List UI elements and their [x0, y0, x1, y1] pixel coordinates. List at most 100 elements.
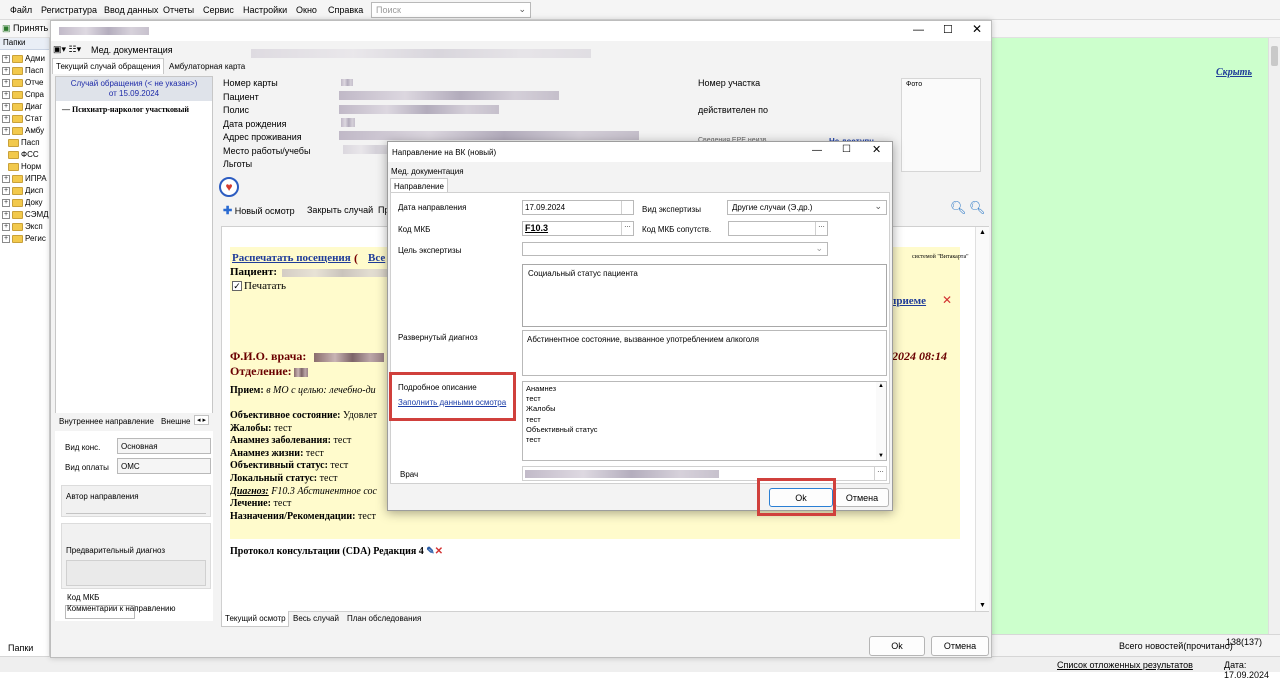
expand-icon[interactable]: +: [2, 174, 10, 183]
expand-icon[interactable]: +: [2, 210, 10, 219]
menu-window[interactable]: Окно: [296, 5, 317, 15]
case-line1: Случай обращения (< не указан>): [70, 79, 198, 88]
new-exam-button[interactable]: ✚ Новый осмотр: [223, 204, 295, 217]
prelim-field[interactable]: [66, 560, 206, 586]
folder-item[interactable]: + Стат: [0, 114, 49, 126]
tab-current-exam[interactable]: Текущий осмотр: [221, 611, 289, 627]
dialog-toolbar-label[interactable]: Мед. документация: [391, 167, 464, 176]
folder-item[interactable]: + Диаг: [0, 102, 49, 114]
expand-icon[interactable]: +: [2, 234, 10, 243]
folder-item[interactable]: + Адми: [0, 54, 49, 66]
expert-select[interactable]: Другие случаи (Э.др.) ⌄: [727, 200, 887, 215]
mkb-lookup-icon[interactable]: …: [621, 222, 633, 235]
minimize-icon[interactable]: —: [913, 24, 924, 36]
author-field[interactable]: [66, 508, 206, 514]
expand-icon[interactable]: +: [2, 90, 10, 99]
tab-whole-case[interactable]: Весь случай: [293, 614, 339, 623]
hide-link[interactable]: Скрыть: [1216, 67, 1252, 78]
search-input[interactable]: Поиск ⌄: [371, 2, 531, 18]
main-cancel-button[interactable]: Отмена: [931, 636, 989, 656]
expand-icon[interactable]: +: [2, 66, 10, 75]
zoom-out-icon[interactable]: 🔍︎: [969, 200, 986, 216]
expand-icon[interactable]: +: [2, 186, 10, 195]
folder-item[interactable]: Норм: [0, 162, 49, 174]
news-scrollbar[interactable]: [1268, 38, 1280, 634]
protocol-line[interactable]: Протокол консультации (CDA) Редакция 4 ✎…: [230, 546, 443, 557]
accept-button[interactable]: ▣ Принять: [2, 23, 48, 34]
side-link[interactable]: приеме: [890, 295, 926, 307]
expand-icon[interactable]: +: [2, 126, 10, 135]
doc-scrollbar[interactable]: ▲ ▼: [975, 227, 989, 611]
menu-registry[interactable]: Регистратура: [41, 5, 97, 15]
expand-icon[interactable]: +: [2, 54, 10, 63]
folder-item[interactable]: + Дисп: [0, 186, 49, 198]
social-textarea[interactable]: Социальный статус пациента: [522, 264, 887, 327]
scroll-thumb[interactable]: [1271, 46, 1278, 66]
zoom-in-icon[interactable]: 🔍︎: [950, 200, 967, 216]
print-visits-link[interactable]: Распечатать посещения: [232, 252, 351, 264]
dialog-maximize-icon[interactable]: ☐: [842, 144, 851, 155]
folder-item[interactable]: Пасп: [0, 138, 49, 150]
expand-icon[interactable]: +: [2, 198, 10, 207]
folder-item[interactable]: + Амбу: [0, 126, 49, 138]
dialog-tab-direction[interactable]: Направление: [390, 178, 448, 193]
case-header[interactable]: Случай обращения (< не указан>) от 15.09…: [56, 77, 212, 101]
deferred-results-link[interactable]: Список отложенных результатов: [1057, 660, 1193, 670]
menu-reports[interactable]: Отчеты: [163, 5, 194, 15]
doctor-lookup-icon[interactable]: …: [874, 467, 886, 480]
menu-settings[interactable]: Настройки: [243, 5, 287, 15]
expand-icon[interactable]: +: [2, 222, 10, 231]
kind-field[interactable]: Основная: [117, 438, 211, 454]
menu-help[interactable]: Справка: [328, 5, 363, 15]
dialog-cancel-button[interactable]: Отмена: [835, 488, 889, 507]
main-ok-button[interactable]: Ok: [869, 636, 925, 656]
tab-current-case[interactable]: Текущий случай обращения: [52, 58, 164, 74]
delete-icon[interactable]: ✕: [942, 293, 952, 307]
folder-item[interactable]: + Регис: [0, 234, 49, 246]
tab-internal-direction[interactable]: Внутреннее направление: [59, 417, 154, 426]
dialog-close-icon[interactable]: ✕: [872, 143, 881, 156]
close-icon[interactable]: ✕: [972, 22, 982, 36]
folder-item[interactable]: + Отче: [0, 78, 49, 90]
detail-scrollbar[interactable]: ▲ ▼: [876, 382, 886, 460]
maximize-icon[interactable]: ☐: [943, 23, 953, 36]
lungs-icon[interactable]: ♥: [219, 177, 239, 197]
expand-icon[interactable]: +: [2, 102, 10, 111]
expand-icon[interactable]: +: [2, 78, 10, 87]
edit-icon[interactable]: ✎: [426, 546, 434, 557]
close-case-button[interactable]: Закрыть случай: [307, 205, 373, 215]
mkb2-lookup-icon[interactable]: …: [815, 222, 827, 235]
all-link[interactable]: Все: [368, 252, 385, 264]
folder-item[interactable]: + Спра: [0, 90, 49, 102]
folder-item[interactable]: + Доку: [0, 198, 49, 210]
tab-scroll-arrows[interactable]: ◂ ▸: [194, 415, 209, 425]
folder-item[interactable]: + Эксп: [0, 222, 49, 234]
case-doctor[interactable]: — Психиатр-нарколог участковый: [56, 101, 212, 114]
diag-textarea[interactable]: Абстинентное состояние, вызванное употре…: [522, 330, 887, 376]
folders-bottom-tab[interactable]: Папки: [8, 643, 33, 653]
menu-file[interactable]: Файл: [10, 5, 32, 15]
tab-external-direction[interactable]: Внешне: [161, 417, 191, 426]
menu-service[interactable]: Сервис: [203, 5, 234, 15]
print-checkbox[interactable]: ✓: [232, 281, 242, 291]
mkb2-input[interactable]: …: [728, 221, 828, 236]
folder-item[interactable]: + Пасп: [0, 66, 49, 78]
folder-icon: [8, 150, 19, 159]
detail-textarea[interactable]: Анамнез тест Жалобы тест Объективный статус т…: [522, 381, 887, 461]
pay-field[interactable]: ОМС: [117, 458, 211, 474]
doc-toolbar-icons[interactable]: ▣▾ ☷▾: [53, 44, 81, 55]
med-doc-label[interactable]: Мед. документация: [91, 45, 173, 55]
delete-protocol-icon[interactable]: ✕: [435, 546, 443, 557]
folder-item[interactable]: + ИПРА: [0, 174, 49, 186]
folder-item[interactable]: ФСС: [0, 150, 49, 162]
expand-icon[interactable]: +: [2, 114, 10, 123]
goal-select[interactable]: ⌄: [522, 242, 828, 256]
calendar-icon[interactable]: [621, 201, 633, 214]
folder-item[interactable]: + СЭМД: [0, 210, 49, 222]
tab-ambulatory-card[interactable]: Амбулаторная карта: [169, 62, 245, 71]
date-input[interactable]: 17.09.2024: [522, 200, 634, 215]
tab-exam-plan[interactable]: План обследования: [347, 614, 421, 623]
dialog-minimize-icon[interactable]: —: [812, 145, 822, 156]
mkb-input[interactable]: F10.3…: [522, 221, 634, 236]
menu-data-entry[interactable]: Ввод данных: [104, 5, 158, 15]
